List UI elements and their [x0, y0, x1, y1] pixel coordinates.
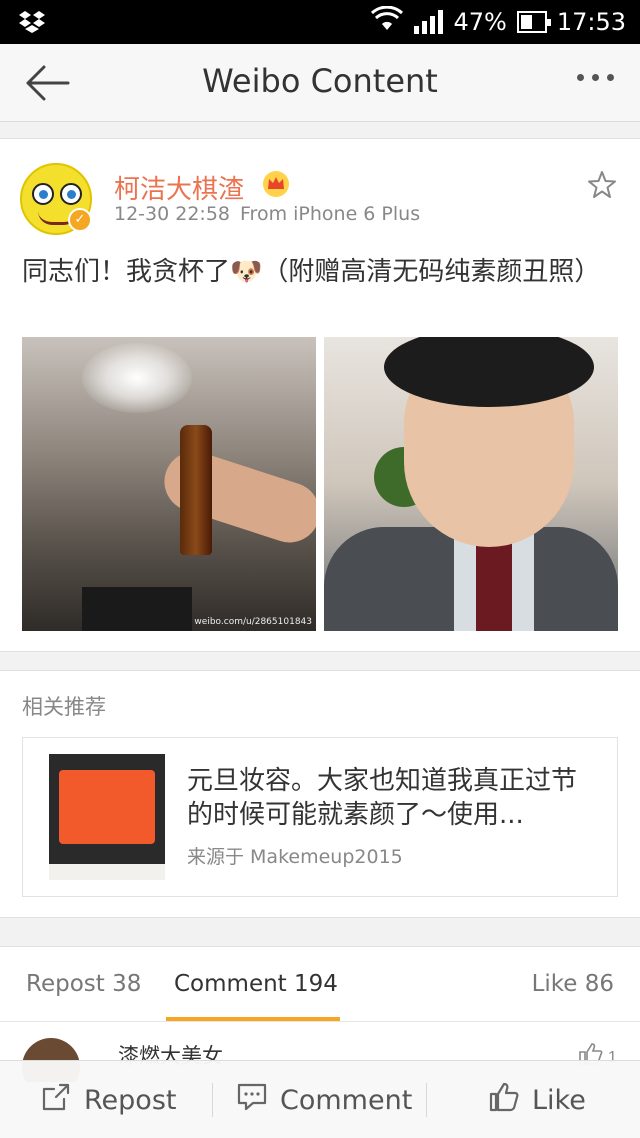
more-icon[interactable] [577, 74, 614, 81]
repost-label: Repost [84, 1084, 177, 1116]
post-image-2[interactable] [324, 337, 618, 631]
battery-icon [516, 11, 551, 33]
related-title: 相关推荐 [22, 695, 106, 719]
nav-bar: Weibo Content [0, 44, 640, 122]
thumbs-up-icon [488, 1081, 520, 1120]
related-item-text: 元旦妆容。大家也知道我真正过节的时候可能就素颜了～使用... [187, 766, 578, 830]
tab-repost[interactable]: Repost 38 [26, 971, 141, 997]
status-bar: 47% 17:53 [0, 0, 640, 44]
comment-icon [236, 1081, 268, 1120]
related-section: 相关推荐 元旦妆容。大家也知道我真正过节的时候可能就素颜了～使用... 来源于 … [0, 670, 640, 918]
like-label: Like [532, 1084, 586, 1116]
action-divider [212, 1083, 213, 1117]
dropbox-icon [18, 10, 46, 38]
battery-percent: 47% [453, 8, 507, 36]
image-watermark: weibo.com/u/2865101843 [194, 617, 312, 627]
comment-label: Comment [280, 1084, 413, 1116]
page-title: Weibo Content [202, 62, 438, 100]
username[interactable]: 柯洁大棋渣 [114, 169, 244, 206]
post-source: From iPhone 6 Plus [240, 203, 421, 225]
post-meta: 12-30 22:58 From iPhone 6 Plus [114, 203, 420, 225]
verified-badge-icon: ✓ [68, 208, 92, 232]
signal-icon [414, 10, 444, 34]
post-time: 12-30 22:58 [114, 203, 231, 225]
tab-comment[interactable]: Comment 194 [174, 971, 338, 997]
post-text: 同志们！我贪杯了🐶（附赠高清无码纯素颜丑照） [22, 257, 601, 287]
repost-button[interactable]: Repost [40, 1061, 176, 1138]
action-bar: Repost Comment Like [0, 1060, 640, 1138]
engagement-tabs: Repost 38 Comment 194 Like 86 [0, 946, 640, 1022]
wifi-icon [370, 5, 404, 38]
crown-icon [262, 170, 290, 198]
related-thumbnail [49, 754, 165, 880]
star-icon[interactable] [586, 169, 618, 201]
related-item-source: 来源于 Makemeup2015 [187, 846, 403, 868]
related-item[interactable]: 元旦妆容。大家也知道我真正过节的时候可能就素颜了～使用... 来源于 Makem… [22, 737, 618, 897]
tab-like[interactable]: Like 86 [532, 971, 614, 997]
active-tab-indicator [166, 1017, 340, 1021]
comment-button[interactable]: Comment [236, 1061, 412, 1138]
action-divider [426, 1083, 427, 1117]
post-image-1[interactable]: weibo.com/u/2865101843 [22, 337, 316, 631]
like-button[interactable]: Like [488, 1061, 586, 1138]
repost-icon [40, 1081, 72, 1120]
clock: 17:53 [556, 8, 626, 36]
post-card: 柯洁大棋渣 12-30 22:58 From iPhone 6 Plus 同志们！… [0, 138, 640, 652]
